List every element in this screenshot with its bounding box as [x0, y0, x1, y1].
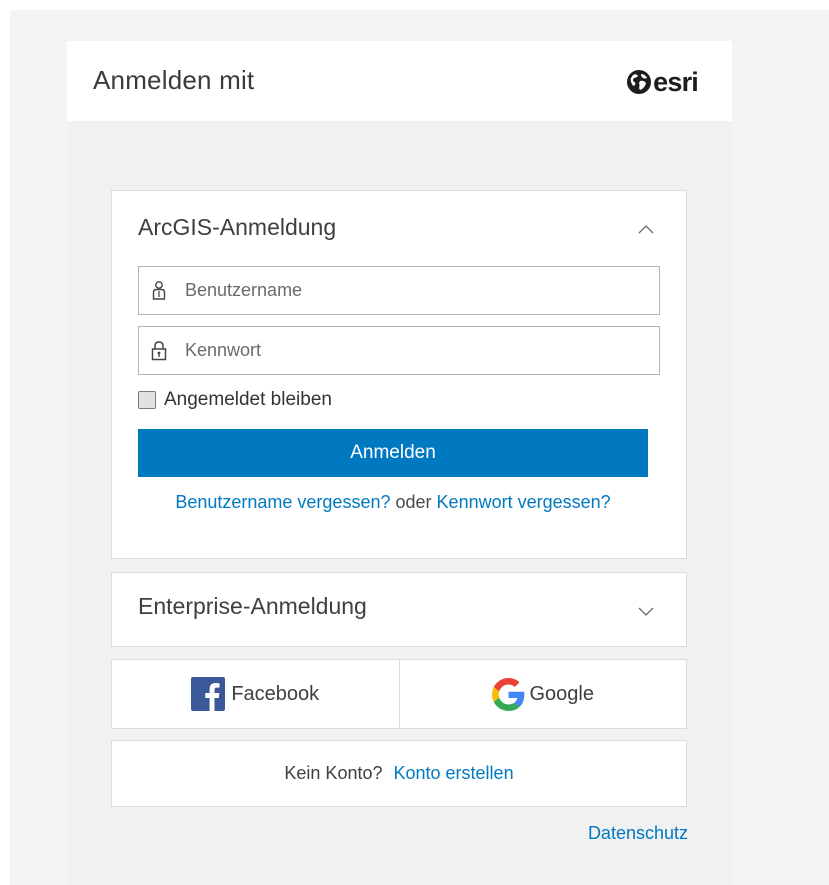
esri-logo: esri: [626, 65, 699, 99]
arcgis-login-title[interactable]: ArcGIS-Anmeldung: [138, 214, 336, 241]
username-input[interactable]: [185, 267, 645, 314]
remember-me-checkbox[interactable]: [138, 391, 156, 409]
create-account-link[interactable]: Konto erstellen: [394, 763, 514, 783]
enterprise-login-panel[interactable]: Enterprise-Anmeldung: [111, 572, 687, 647]
arcgis-login-panel: ArcGIS-Anmeldung Angemeldet bleiben: [111, 190, 687, 559]
esri-logo-text: esri: [653, 66, 699, 97]
forgot-username-link[interactable]: Benutzername vergessen?: [175, 492, 390, 512]
lock-icon: [151, 341, 167, 361]
sign-in-dialog: Anmelden mit esri ArcGIS-Anmeldung Benut…: [67, 41, 732, 885]
google-label[interactable]: Google: [530, 683, 595, 706]
forgot-or-text: oder: [395, 492, 432, 512]
password-input[interactable]: [185, 327, 645, 374]
password-field[interactable]: [138, 326, 660, 375]
sign-in-button[interactable]: Anmelden: [138, 429, 648, 477]
no-account-label: Kein Konto?: [284, 763, 383, 783]
remember-me[interactable]: Angemeldet bleiben: [138, 388, 332, 412]
chevron-down-icon[interactable]: [636, 601, 656, 621]
google-login-button[interactable]: Google: [400, 660, 687, 728]
facebook-label[interactable]: Facebook: [231, 683, 319, 706]
create-account-text: Kein Konto? Konto erstellen: [284, 763, 513, 784]
username-field[interactable]: [138, 266, 660, 315]
privacy-link[interactable]: Datenschutz: [588, 823, 688, 844]
remember-me-label[interactable]: Angemeldet bleiben: [164, 389, 332, 411]
dialog-title: Anmelden mit: [93, 65, 255, 95]
google-icon: [491, 677, 524, 711]
facebook-login-button[interactable]: Facebook: [112, 660, 400, 728]
create-account-panel: Kein Konto? Konto erstellen: [111, 740, 687, 807]
forgot-credentials: Benutzername vergessen? oder Kennwort ve…: [138, 488, 648, 517]
enterprise-login-title[interactable]: Enterprise-Anmeldung: [138, 593, 367, 620]
user-icon: [152, 281, 166, 300]
forgot-password-link[interactable]: Kennwort vergessen?: [437, 492, 611, 512]
facebook-icon: [191, 677, 226, 711]
globe-icon: [627, 70, 652, 94]
chevron-up-icon[interactable]: [636, 220, 656, 240]
social-login-panel: Facebook Google: [111, 659, 687, 729]
dialog-header: Anmelden mit esri: [67, 41, 732, 121]
